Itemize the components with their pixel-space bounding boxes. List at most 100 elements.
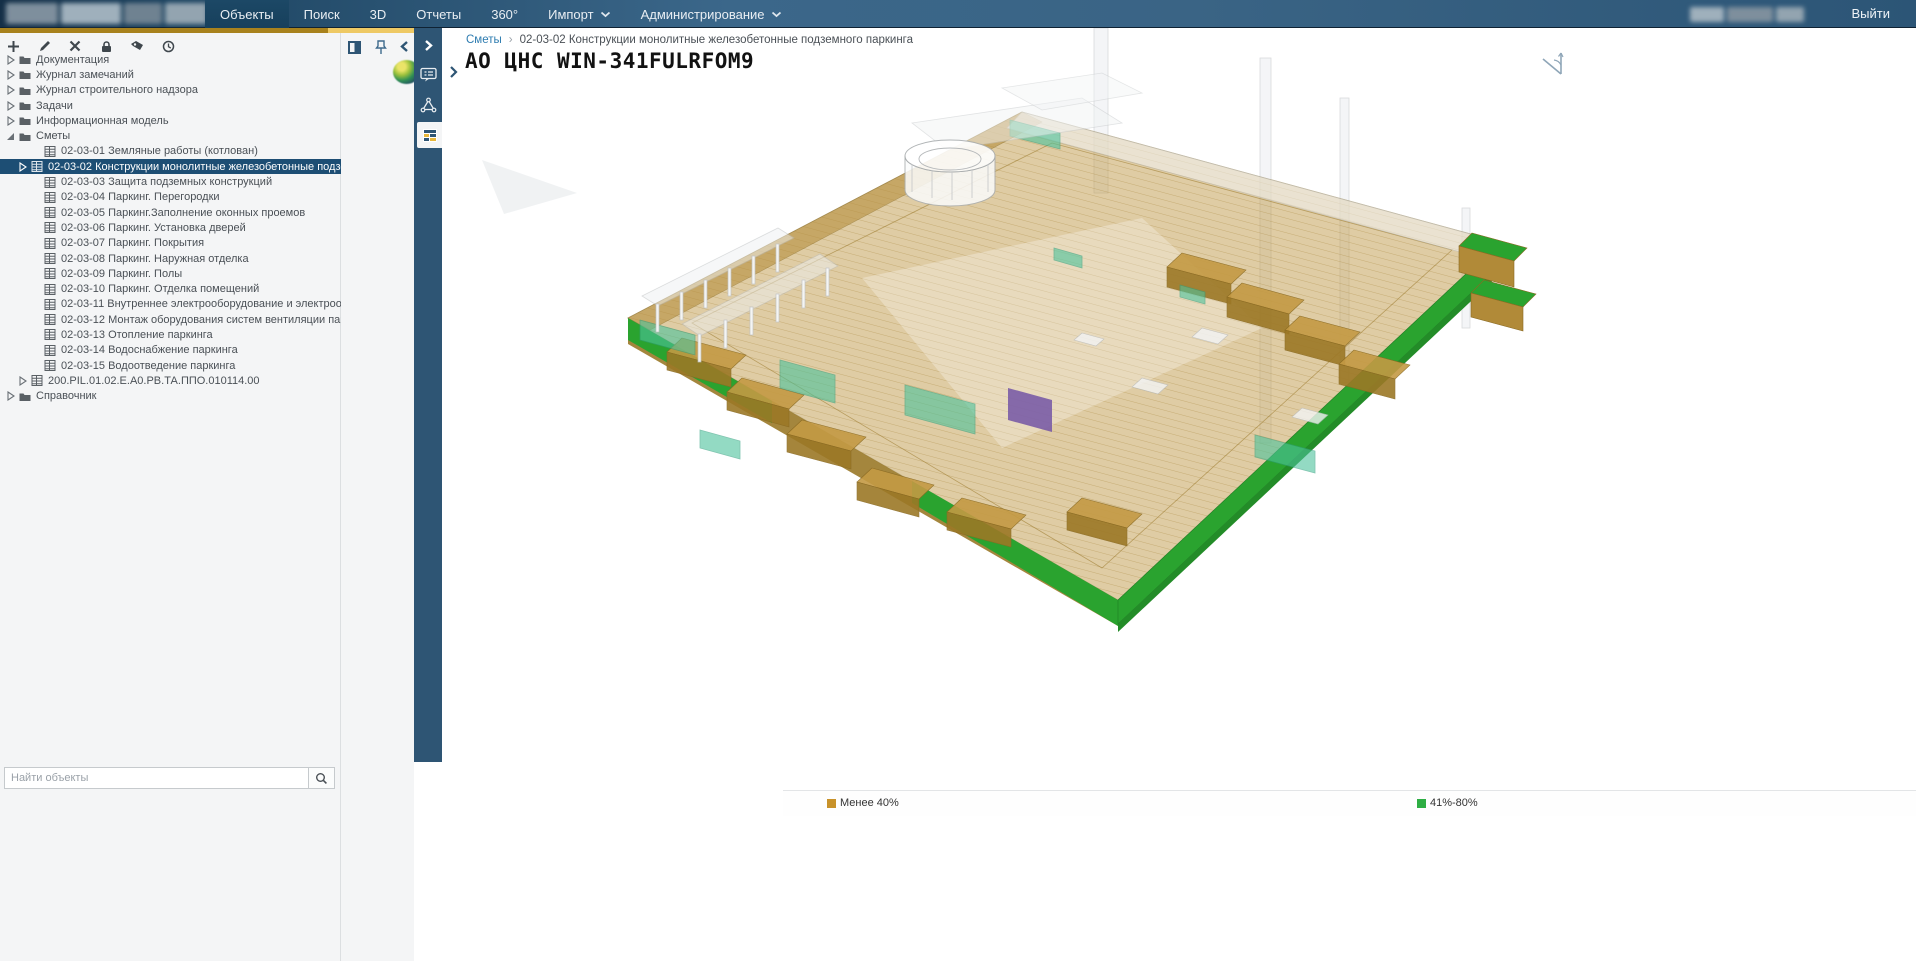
estimates-grid-icon[interactable] [417,122,442,148]
caret-icon[interactable] [18,162,28,172]
tree-item-icon [44,146,56,157]
menu-tab-поиск[interactable]: Поиск [289,0,355,28]
side-rail [414,28,442,762]
breadcrumb: Сметы › 02-03-02 Конструкции монолитные … [466,34,913,46]
tree-item[interactable]: 02-03-13 Отопление паркинга [0,327,341,342]
tree-item[interactable]: 02-03-05 Паркинг.Заполнение оконных прое… [0,205,341,220]
tree-item-label: Журнал замечаний [36,69,134,81]
tree-item-label: 02-03-02 Конструкции монолитные железобе… [48,161,341,173]
logout-link[interactable]: Выйти [1852,0,1891,28]
tree-item-icon [44,360,56,371]
tree-item-label: 02-03-03 Защита подземных конструкций [61,176,272,188]
tree-item[interactable]: Журнал замечаний [0,67,341,82]
tree-item-icon [19,85,31,96]
tree-item-label: Документация [36,54,109,66]
tree-item-label: 02-03-13 Отопление паркинга [61,329,213,341]
tree-item-label: 02-03-15 Водоотведение паркинга [61,360,235,372]
tree-item[interactable]: 200.PIL.01.02.E.A0.РВ.ТА.ППО.010114.00 [0,373,341,388]
caret-icon[interactable] [6,116,16,126]
search-input[interactable] [4,767,309,789]
main-menu-tabs: Объекты Поиск 3D Отчеты 360° Импорт Адми… [205,0,797,28]
tree-item-label: 02-03-01 Земляные работы (котлован) [61,145,258,157]
legend-item: Менее 40% [827,797,899,809]
tree-item[interactable]: 02-03-08 Паркинг. Наружная отделка [0,251,341,266]
tree-item[interactable]: Документация [0,52,341,67]
tree-item[interactable]: 02-03-04 Паркинг. Перегородки [0,190,341,205]
tree-item-icon [44,238,56,249]
menu-tab-администрирование[interactable]: Администрирование [626,0,797,28]
tree-item[interactable]: 02-03-03 Защита подземных конструкций [0,174,341,189]
tree-item-label: 02-03-12 Монтаж оборудования систем вент… [61,314,341,326]
breadcrumb-separator: › [509,34,513,46]
comments-icon[interactable] [414,62,442,88]
legend-item: 41%-80% [1417,797,1478,809]
3d-model-view[interactable] [442,28,1916,762]
tree-item-icon [44,222,56,233]
menu-tab-отчеты[interactable]: Отчеты [401,0,476,28]
app-logo [6,3,207,24]
tree-item-icon [31,161,43,172]
tree-item-label: 02-03-09 Паркинг. Полы [61,268,182,280]
legend-swatch [1417,799,1426,808]
menu-tab-360°[interactable]: 360° [476,0,533,28]
tree-item[interactable]: Журнал строительного надзора [0,83,341,98]
tree-item[interactable]: 02-03-14 Водоснабжение паркинга [0,343,341,358]
angle-measure-icon[interactable] [1539,50,1567,85]
caret-icon[interactable] [6,55,16,65]
expand-right-icon[interactable] [414,32,442,58]
caret-icon[interactable] [18,376,28,386]
tree-item[interactable]: 02-03-06 Паркинг. Установка дверей [0,220,341,235]
search-button[interactable] [309,767,335,789]
object-tree: Документация Журнал замечаний Журнал стр… [0,52,341,752]
tree-item-label: Справочник [36,390,97,402]
caret-icon[interactable] [6,70,16,80]
tree-item[interactable]: Сметы [0,128,341,143]
tree-item[interactable]: 02-03-12 Монтаж оборудования систем вент… [0,312,341,327]
caret-icon[interactable] [6,131,16,141]
pin-icon[interactable] [375,40,387,60]
legend-label: 41%-80% [1430,797,1478,809]
caret-icon[interactable] [6,101,16,111]
menu-tab-импорт[interactable]: Импорт [533,0,625,28]
expand-pane-icon[interactable] [448,65,458,84]
legend-label: Менее 40% [840,797,899,809]
model-structure-icon[interactable] [414,92,442,118]
load-progress-bar [0,28,414,33]
tree-item-label: Журнал строительного надзора [36,84,198,96]
tree-item-icon [44,284,56,295]
menu-tab-3d[interactable]: 3D [355,0,402,28]
tree-item-icon [44,268,56,279]
tree-item[interactable]: 02-03-10 Паркинг. Отделка помещений [0,281,341,296]
tree-item-icon [44,207,56,218]
tree-item[interactable]: Задачи [0,98,341,113]
legend-swatch [827,799,836,808]
tree-search [4,767,335,789]
caret-icon[interactable] [6,391,16,401]
tree-item-icon [44,177,56,188]
collapse-left-icon[interactable] [399,40,410,58]
breadcrumb-root-link[interactable]: Сметы [466,34,502,46]
station-watermark: АО ЦНС WIN-341FULRFOM9 [465,49,754,73]
tree-item[interactable]: 02-03-07 Паркинг. Покрытия [0,236,341,251]
tree-item-label: 02-03-07 Паркинг. Покрытия [61,237,204,249]
tree-item[interactable]: Справочник [0,389,341,404]
tree-item-selected[interactable]: 02-03-02 Конструкции монолитные железобе… [0,159,341,174]
legend-bar: Менее 40% 41%-80% [783,790,1916,816]
tree-item-label: 02-03-06 Паркинг. Установка дверей [61,222,246,234]
caret-icon[interactable] [6,85,16,95]
tree-item-icon [19,69,31,80]
tree-item[interactable]: 02-03-11 Внутреннее электрооборудование … [0,297,341,312]
tree-item-label: 02-03-11 Внутреннее электрооборудование … [61,298,341,310]
tree-item[interactable]: Информационная модель [0,113,341,128]
menu-tab-объекты[interactable]: Объекты [205,0,289,28]
tree-item-label: Задачи [36,100,73,112]
tree-item-icon [44,314,56,325]
tree-item[interactable]: 02-03-01 Земляные работы (котлован) [0,144,341,159]
top-navigation-bar: Объекты Поиск 3D Отчеты 360° Импорт Адми… [0,0,1916,28]
tree-item-label: 02-03-10 Паркинг. Отделка помещений [61,283,259,295]
tree-item[interactable]: 02-03-09 Паркинг. Полы [0,266,341,281]
toggle-panel-icon[interactable] [347,40,362,60]
tree-item[interactable]: 02-03-15 Водоотведение паркинга [0,358,341,373]
tree-item-icon [19,54,31,65]
tree-item-icon [31,375,43,386]
